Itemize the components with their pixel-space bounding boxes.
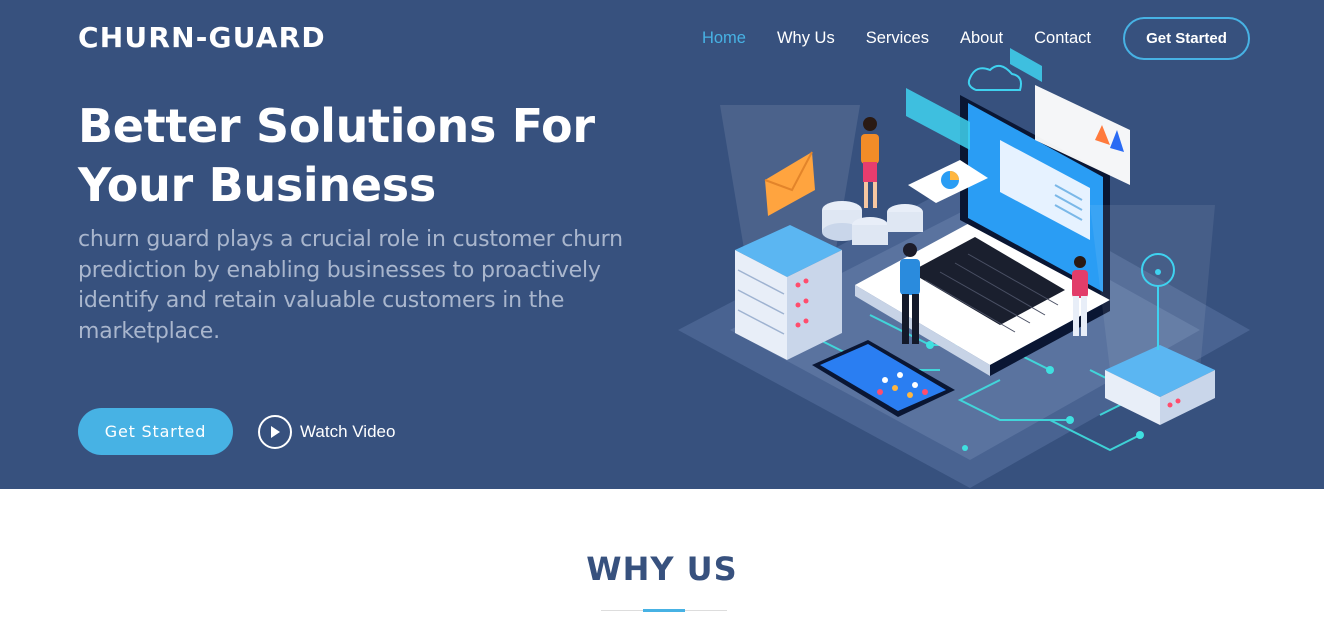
hero-section: CHURN-GUARD Home Why Us Services About C… xyxy=(0,0,1324,489)
hero-get-started-button[interactable]: Get Started xyxy=(78,408,233,455)
watch-video-label: Watch Video xyxy=(300,422,396,441)
hero-subtitle: churn guard plays a crucial role in cust… xyxy=(78,227,623,344)
watch-video-button[interactable]: Watch Video xyxy=(258,415,395,449)
why-us-section-title: WHY US xyxy=(586,550,738,588)
section-divider-accent xyxy=(643,609,685,612)
hero-headline: Better Solutions For Your Business xyxy=(78,99,595,212)
brand-logo[interactable]: CHURN-GUARD xyxy=(78,20,326,56)
hero-illustration xyxy=(678,48,1250,488)
play-icon xyxy=(258,415,292,449)
